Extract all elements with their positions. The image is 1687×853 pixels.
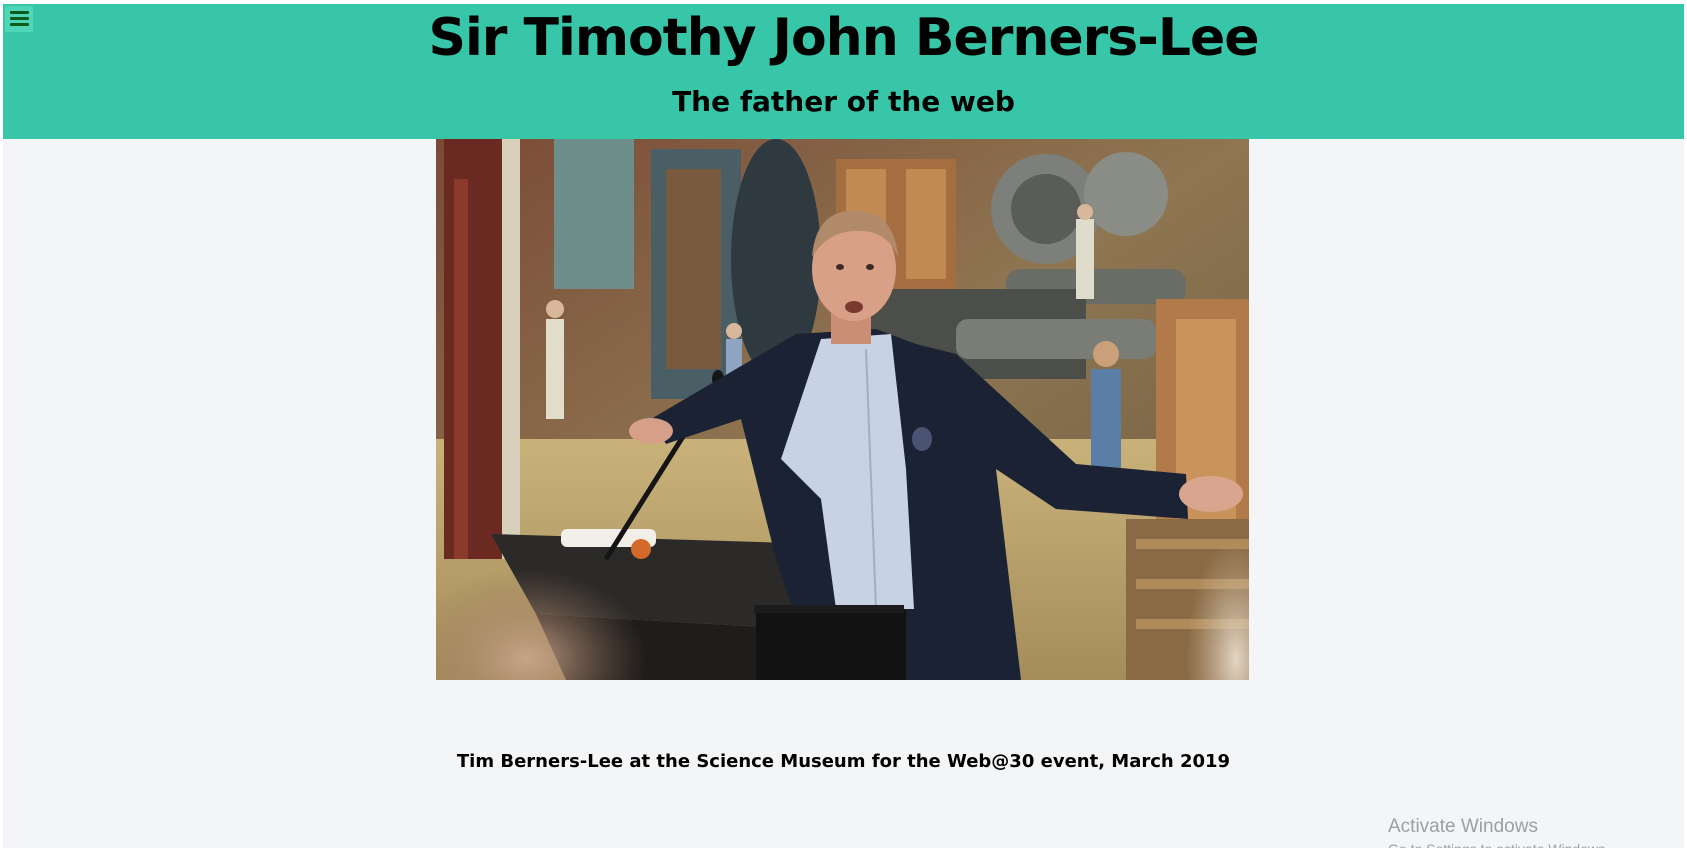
page-title: Sir Timothy John Berners-Lee	[428, 8, 1260, 68]
page-header: Sir Timothy John Berners-Lee The father …	[3, 4, 1684, 139]
image-caption: Tim Berners-Lee at the Science Museum fo…	[456, 751, 1231, 772]
portrait-image	[436, 139, 1249, 680]
windows-activation-watermark: Activate Windows Go to Settings to activ…	[1388, 816, 1609, 848]
watermark-title: Activate Windows	[1388, 816, 1538, 837]
page-subtitle: The father of the web	[672, 85, 1015, 118]
watermark-subtitle: Go to Settings to activate Windows.	[1388, 840, 1609, 848]
tribute-page: Sir Timothy John Berners-Lee The father …	[3, 4, 1684, 848]
